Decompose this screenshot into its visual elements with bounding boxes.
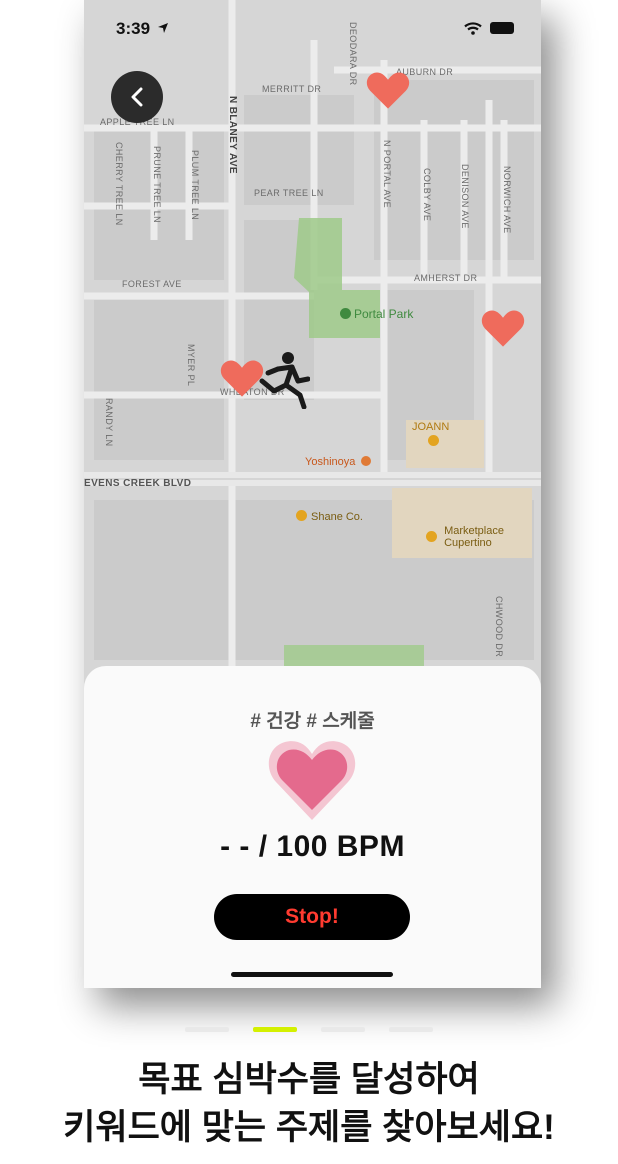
street-label: N BLANEY AVE — [227, 96, 238, 174]
back-button[interactable] — [111, 71, 163, 123]
street-label: PRUNE TREE LN — [152, 146, 162, 224]
shopping-bag-icon — [426, 531, 437, 542]
page-dot[interactable] — [389, 1027, 433, 1032]
shopping-bag-icon — [296, 510, 307, 521]
phone-screen: MERRITT DR AUBURN DR APPLE TREE LN DEODA… — [84, 0, 541, 988]
caption-line-1: 목표 심박수를 달성하여 — [138, 1060, 480, 1099]
street-label: NORWICH AVE — [502, 166, 512, 234]
heart-rate-sheet: # 건강 # 스케줄 - - / 100 BPM Stop! — [84, 666, 541, 988]
home-indicator — [231, 972, 393, 977]
poi-marketplace[interactable]: Marketplace Cupertino — [426, 525, 504, 549]
street-label: DENISON AVE — [460, 164, 470, 229]
location-arrow-icon — [157, 23, 168, 33]
heart-icon — [268, 741, 356, 820]
street-label: N PORTAL AVE — [382, 140, 392, 208]
poi-label: JOANN — [412, 421, 450, 433]
page-dot-active[interactable] — [253, 1027, 297, 1032]
keyword-tags: # 건강 # 스케줄 — [250, 711, 375, 732]
street-label: PLUM TREE LN — [190, 150, 200, 221]
shopping-bag-icon — [428, 435, 439, 446]
page-dot[interactable] — [321, 1027, 365, 1032]
poi-label: Portal Park — [354, 307, 414, 321]
stop-button[interactable]: Stop! — [214, 894, 410, 940]
status-bar: 3:39 — [84, 0, 541, 56]
page-indicator — [0, 1027, 618, 1037]
street-label: RANDY LN — [104, 398, 114, 447]
poi-portal-park[interactable]: Portal Park — [340, 307, 413, 321]
street-label: MYER PL — [186, 344, 196, 387]
runner-icon — [259, 352, 310, 409]
street-label: FOREST AVE — [122, 279, 182, 289]
battery-icon — [490, 22, 514, 34]
poi-label: Cupertino — [444, 537, 492, 549]
street-label: AMHERST DR — [414, 273, 478, 283]
street-label: COLBY AVE — [422, 168, 432, 222]
poi-label: Shane Co. — [311, 511, 363, 523]
poi-joann[interactable]: JOANN — [412, 421, 449, 446]
heart-marker-icon[interactable] — [481, 308, 525, 348]
caption-line-2: 키워드에 맞는 주제를 찾아보세요! — [63, 1108, 555, 1147]
poi-yoshinoya[interactable]: Yoshinoya — [305, 456, 372, 468]
tree-icon — [340, 308, 351, 319]
restaurant-icon — [361, 456, 372, 466]
page-dot[interactable] — [185, 1027, 229, 1032]
poi-shane-co[interactable]: Shane Co. — [296, 510, 363, 523]
chevron-left-icon — [131, 87, 143, 107]
street-label: CHWOOD DR — [494, 596, 504, 658]
wifi-icon — [464, 22, 482, 35]
street-label: CHERRY TREE LN — [114, 142, 124, 226]
poi-label: Yoshinoya — [305, 456, 356, 468]
street-label: MERRITT DR — [262, 84, 322, 94]
bpm-readout: - - / 100 BPM — [220, 830, 405, 863]
street-label: EVENS CREEK BLVD — [84, 478, 192, 489]
street-label: PEAR TREE LN — [254, 188, 324, 198]
poi-label: Marketplace — [444, 525, 504, 537]
heart-marker-icon[interactable] — [366, 70, 410, 110]
status-time: 3:39 — [116, 19, 169, 39]
